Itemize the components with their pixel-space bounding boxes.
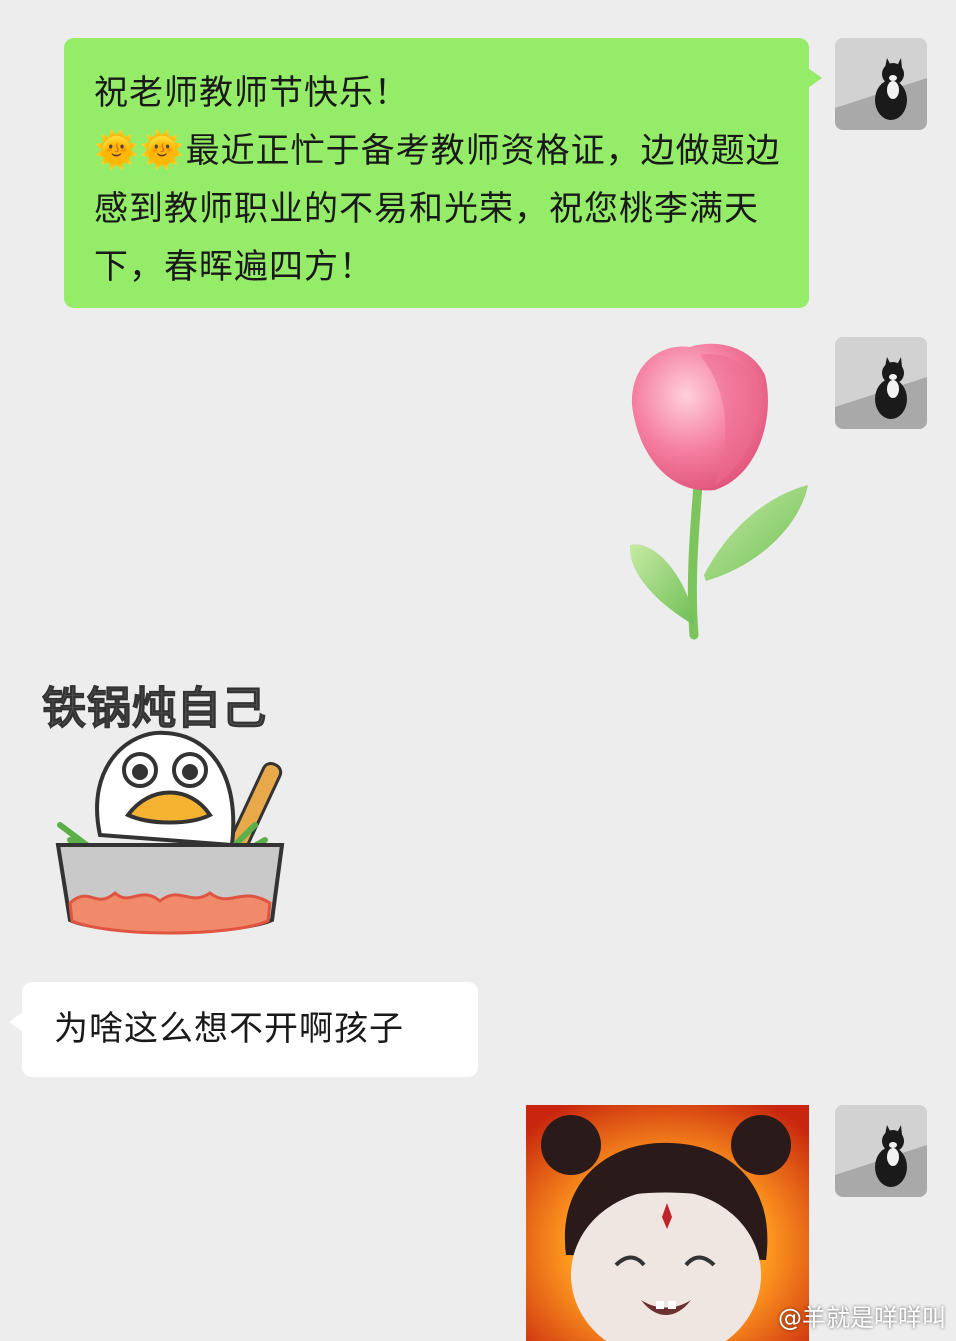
sun-emoji-icon: 🌞🌞 bbox=[94, 130, 186, 171]
tulip-sticker[interactable] bbox=[620, 335, 820, 650]
cat-avatar-image bbox=[835, 1105, 927, 1197]
user-avatar[interactable] bbox=[835, 337, 927, 429]
message-line-1: 祝老师教师节快乐！ bbox=[94, 73, 409, 113]
user-avatar[interactable] bbox=[835, 1105, 927, 1197]
other-message-bubble[interactable]: 为啥这么想不开啊孩子 bbox=[9, 982, 478, 1077]
duck-in-pot-sticker[interactable] bbox=[40, 725, 300, 950]
reply-text: 为啥这么想不开啊孩子 bbox=[54, 1009, 404, 1049]
user-avatar[interactable] bbox=[835, 38, 927, 130]
my-message-bubble[interactable]: 祝老师教师节快乐！ 🌞🌞最近正忙于备考教师资格证，边做题边感到教师职业的不易和光… bbox=[64, 38, 822, 308]
message-text: 祝老师教师节快乐！ 🌞🌞最近正忙于备考教师资格证，边做题边感到教师职业的不易和光… bbox=[94, 64, 787, 296]
weibo-watermark: @羊就是咩咩叫 bbox=[778, 1304, 946, 1332]
message-line-2: 最近正忙于备考教师资格证，边做题边感到教师职业的不易和光荣，祝您桃李满天下，春晖… bbox=[94, 131, 781, 287]
nezha-fire-sticker[interactable] bbox=[526, 1105, 809, 1341]
cat-avatar-image bbox=[835, 38, 927, 130]
cat-avatar-image bbox=[835, 337, 927, 429]
